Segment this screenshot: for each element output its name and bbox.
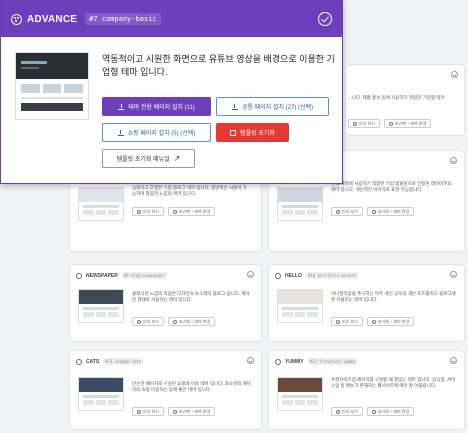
palette-icon: [76, 272, 82, 279]
apply-theme-button[interactable]: 초기화 + 테마 변경: [167, 317, 216, 326]
theme-actions: 미리 보기 초기화 + 테마 변경: [331, 317, 415, 326]
theme-actions: 미리 보기 초기화 + 테마 변경: [348, 119, 432, 128]
theme-description: ...니다. 제품 홍보 등에 사용하기 적합한 기업형 테마: [348, 95, 445, 100]
theme-title: ADVANCE: [27, 13, 78, 25]
theme-card-header: YUMMY #12 franchise-yummy: [275, 358, 358, 365]
preview-button[interactable]: 미리 보기: [348, 119, 380, 128]
popup-header: ADVANCE #7 company-basic: [1, 1, 342, 37]
refresh-icon: [371, 209, 376, 214]
download-icon: [231, 103, 238, 110]
preview-button[interactable]: 미리 보기: [331, 407, 363, 416]
download-icon: [117, 129, 124, 136]
select-check-icon[interactable]: [450, 157, 457, 164]
refresh-icon: [371, 409, 376, 414]
theme-actions: 미리 보기 초기화 + 테마 변경: [132, 407, 216, 416]
refresh-icon: [388, 121, 393, 126]
theme-card: YUMMY #12 franchise-yummy 프랜차이즈점 페이지를 구성할…: [268, 350, 465, 430]
preview-button[interactable]: 미리 보기: [132, 317, 164, 326]
eye-icon: [137, 209, 141, 214]
apply-theme-button[interactable]: 초기화 + 테마 변경: [167, 207, 216, 216]
apply-theme-button[interactable]: 초기화 + 테마 변경: [366, 207, 415, 216]
theme-description: 심플하고 단정한 기업 블로그 테마 입니다. 일반적인 사용이 가능하며 깔끔…: [132, 185, 247, 196]
select-check-icon[interactable]: [451, 71, 458, 78]
theme-description: 단색 배경에 사용하기 적합한 기업 템플릿으로 안정된 레이아웃의 테마 입니…: [331, 181, 452, 192]
theme-card-header: NEWSPAPER #9 blog-newspaper: [76, 272, 167, 279]
preview-button[interactable]: 미리 보기: [132, 407, 164, 416]
eye-icon: [336, 209, 340, 214]
install-shop-pages-button[interactable]: 쇼핑 페이지 설치 (5) (선택): [102, 123, 211, 142]
select-check-icon[interactable]: [247, 271, 254, 278]
apply-theme-button[interactable]: 초기화 + 테마 변경: [167, 407, 216, 416]
theme-code: #7 company-basic: [85, 13, 161, 25]
theme-card-header: CATS #11 voyage-cats: [76, 358, 144, 365]
preview-button[interactable]: 미리 보기: [331, 207, 363, 216]
eye-icon: [353, 121, 357, 126]
reset-icon: [230, 129, 237, 136]
theme-card: NEWSPAPER #9 blog-newspaper 클래식한 느낌의 적용한 …: [69, 264, 262, 342]
palette-icon: [275, 272, 281, 279]
palette-icon: [76, 358, 82, 365]
theme-description: 클래식한 느낌의 적용한 디자인의 뉴스레터 블로그 입니다. 메거진 형태로 …: [132, 291, 250, 302]
theme-actions: 미리 보기 초기화 + 테마 변경: [132, 207, 216, 216]
select-check-icon[interactable]: [450, 357, 457, 364]
eye-icon: [137, 409, 141, 414]
preview-button[interactable]: 미리 보기: [132, 207, 164, 216]
theme-actions: 미리 보기 초기화 + 테마 변경: [331, 207, 415, 216]
download-icon: [118, 103, 125, 110]
reset-manual-link[interactable]: 템플릿 초기화 매뉴얼 ↗: [102, 149, 195, 168]
theme-card-header: HELLO #10 portfolio-mozart: [275, 272, 359, 279]
preview-button[interactable]: 미리 보기: [331, 317, 363, 326]
eye-icon: [336, 319, 340, 324]
theme-description: 프랜차이즈점 페이지를 구성할 때 잘맞는 테마 입니다. 음식점, 서비스업 …: [331, 377, 456, 388]
refresh-icon: [172, 209, 177, 214]
refresh-icon: [172, 319, 177, 324]
apply-theme-button[interactable]: 초기화 + 테마 변경: [366, 317, 415, 326]
theme-description: 단순한 페이지로 구성된 쇼핑에 이용 테마 입니다. 최소한의 페이지와 쇼핑…: [132, 381, 251, 392]
selected-check-icon[interactable]: [318, 12, 332, 26]
theme-actions: 미리 보기 초기화 + 테마 변경: [331, 407, 415, 416]
apply-theme-button[interactable]: 초기화 + 테마 변경: [366, 407, 415, 416]
theme-preview-thumbnail: [15, 52, 89, 120]
theme-thumbnail: [277, 187, 323, 221]
eye-icon: [336, 409, 340, 414]
theme-thumbnail: [277, 377, 323, 411]
theme-description: 미니멀리즘을 추구하는 아주 개인 규모의 개인 포트폴리오 블로그에 잘 어울…: [331, 291, 456, 302]
install-common-pages-button[interactable]: 공통 페이지 설치 (27) (선택): [216, 97, 329, 116]
reset-template-button[interactable]: 템플릿 초기화: [216, 123, 289, 142]
theme-thumbnail: [78, 289, 124, 323]
theme-card: CATS #11 voyage-cats 단순한 페이지로 구성된 쇼핑에 이용 …: [69, 350, 262, 430]
theme-thumbnail: [277, 289, 323, 323]
theme-thumbnail: [78, 187, 124, 221]
theme-description: 역동적이고 시원한 화면으로 유튜브 영상을 배경으로 이용한 기업형 테마 입…: [102, 54, 335, 77]
select-check-icon[interactable]: [450, 271, 457, 278]
external-link-icon: ↗: [173, 153, 181, 163]
theme-card: ...니다. 제품 홍보 등에 사용하기 적합한 기업형 테마 미리 보기 초기…: [345, 64, 465, 136]
theme-gallery: ...니다. 제품 홍보 등에 사용하기 적합한 기업형 테마 미리 보기 초기…: [0, 0, 468, 433]
palette-icon: [275, 358, 281, 365]
eye-icon: [137, 319, 141, 324]
theme-thumbnail: [78, 377, 124, 411]
theme-actions: 미리 보기 초기화 + 테마 변경: [132, 317, 216, 326]
install-theme-pages-button[interactable]: 테마 전용 페이지 설치 (11): [102, 97, 211, 116]
theme-card: HELLO #10 portfolio-mozart 미니멀리즘을 추구하는 아주…: [268, 264, 465, 342]
select-check-icon[interactable]: [247, 357, 254, 364]
apply-theme-button[interactable]: 초기화 + 테마 변경: [383, 119, 432, 128]
palette-icon: [11, 13, 22, 25]
refresh-icon: [371, 319, 376, 324]
selected-theme-popup: ADVANCE #7 company-basic 역동적이고 시원한 화면으로 …: [0, 0, 343, 184]
refresh-icon: [172, 409, 177, 414]
